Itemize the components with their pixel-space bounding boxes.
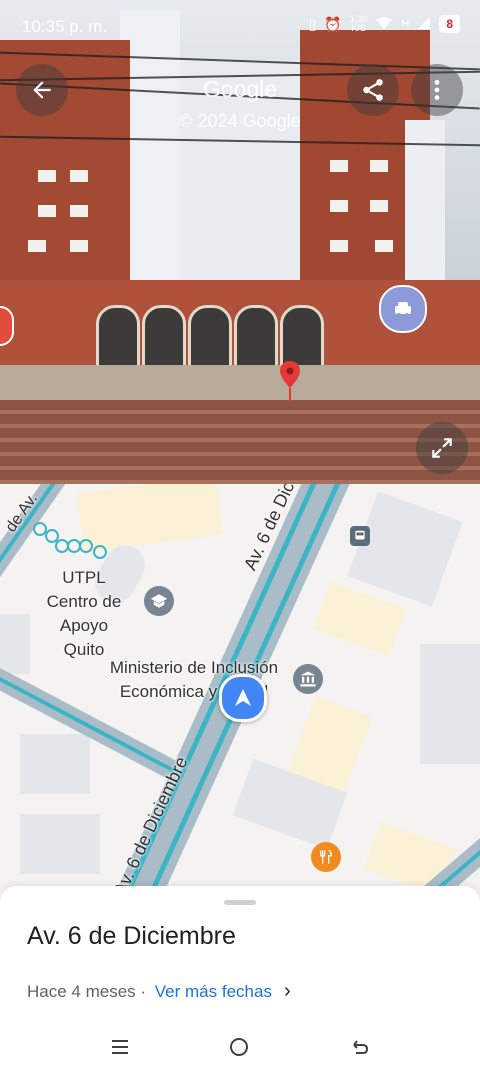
poi-utpl-line3: Apoyo Quito bbox=[59, 616, 109, 659]
poi-ministerio-line1: Ministerio de Inclusión bbox=[109, 658, 279, 677]
share-icon bbox=[363, 79, 383, 101]
network-type: H bbox=[401, 18, 410, 30]
restaurant-icon bbox=[320, 849, 333, 864]
back-nav-icon bbox=[353, 1040, 369, 1054]
poi-utpl-line1: UTPL bbox=[62, 568, 106, 587]
share-button[interactable] bbox=[347, 64, 399, 116]
window bbox=[70, 170, 88, 182]
poi-utpl-label[interactable]: UTPL Centro de Apoyo Quito bbox=[40, 566, 128, 662]
current-position-marker[interactable] bbox=[219, 674, 267, 722]
drag-handle[interactable] bbox=[224, 900, 256, 905]
window bbox=[38, 205, 56, 217]
wifi-icon bbox=[375, 16, 393, 33]
window bbox=[375, 240, 393, 252]
expand-button[interactable] bbox=[416, 422, 468, 474]
bus-icon bbox=[355, 530, 365, 540]
street-view-panorama[interactable]: 10:35 p. m. ▯ ⏰ 1,30 K/S H 8 Google © 20… bbox=[0, 0, 480, 484]
capture-date: Hace 4 meses bbox=[27, 981, 136, 1001]
more-dates-link[interactable]: Ver más fechas bbox=[155, 982, 272, 1002]
plaza bbox=[0, 365, 480, 405]
alarm-icon: ⏰ bbox=[324, 15, 342, 32]
steps bbox=[0, 400, 480, 484]
window bbox=[28, 240, 46, 252]
government-icon bbox=[300, 671, 316, 687]
navigation-arrow-icon bbox=[235, 689, 251, 706]
arch bbox=[96, 305, 140, 371]
window bbox=[330, 160, 348, 172]
back-button[interactable] bbox=[16, 64, 68, 116]
status-icons: ▯ ⏰ 1,30 K/S H 8 bbox=[309, 15, 460, 33]
building bbox=[405, 120, 445, 290]
school-icon bbox=[150, 594, 168, 608]
speed-unit: K/S bbox=[351, 23, 366, 33]
chevron-right-icon[interactable]: › bbox=[284, 980, 291, 1003]
window bbox=[330, 200, 348, 212]
capture-date-row: Hace 4 meses · Ver más fechas › bbox=[27, 980, 291, 1003]
vibrate-icon: ▯ bbox=[308, 15, 317, 32]
back-arrow-icon bbox=[33, 81, 51, 99]
system-nav-bar bbox=[0, 1025, 480, 1075]
home-circle-icon bbox=[230, 1038, 248, 1056]
recent-apps-button[interactable] bbox=[110, 1037, 130, 1063]
window bbox=[70, 240, 88, 252]
status-time: 10:35 p. m. bbox=[22, 17, 108, 36]
location-pin-icon bbox=[280, 361, 300, 401]
more-options-button[interactable] bbox=[411, 64, 463, 116]
menu-icon bbox=[112, 1040, 128, 1054]
back-nav-button[interactable] bbox=[350, 1037, 370, 1063]
expand-icon bbox=[432, 438, 452, 458]
network-speed: 1,30 K/S bbox=[350, 15, 368, 33]
poi-utpl-line2: Centro de bbox=[46, 592, 122, 611]
car-icon bbox=[395, 302, 411, 317]
page-title: Google bbox=[202, 76, 278, 102]
poi-government[interactable] bbox=[293, 664, 323, 694]
arch bbox=[234, 305, 278, 371]
more-vert-icon bbox=[434, 80, 440, 100]
signal-icon bbox=[417, 16, 431, 33]
poi-restaurant[interactable] bbox=[311, 842, 341, 872]
arch bbox=[188, 305, 232, 371]
copyright-text: © 2024 Google bbox=[179, 111, 301, 131]
separator: · bbox=[135, 981, 151, 1001]
home-button[interactable] bbox=[229, 1037, 249, 1063]
status-bar: 10:35 p. m. ▯ ⏰ 1,30 K/S H 8 bbox=[0, 0, 480, 52]
street-name: Av. 6 de Diciembre bbox=[27, 922, 236, 950]
window bbox=[370, 200, 388, 212]
window bbox=[38, 170, 56, 182]
bus-stop[interactable] bbox=[350, 526, 370, 546]
arch bbox=[142, 305, 186, 371]
window bbox=[70, 205, 88, 217]
battery-indicator: 8 bbox=[439, 15, 460, 33]
window bbox=[330, 240, 348, 252]
poi-school[interactable] bbox=[144, 586, 174, 616]
window bbox=[370, 160, 388, 172]
vehicle-marker[interactable] bbox=[379, 285, 427, 333]
